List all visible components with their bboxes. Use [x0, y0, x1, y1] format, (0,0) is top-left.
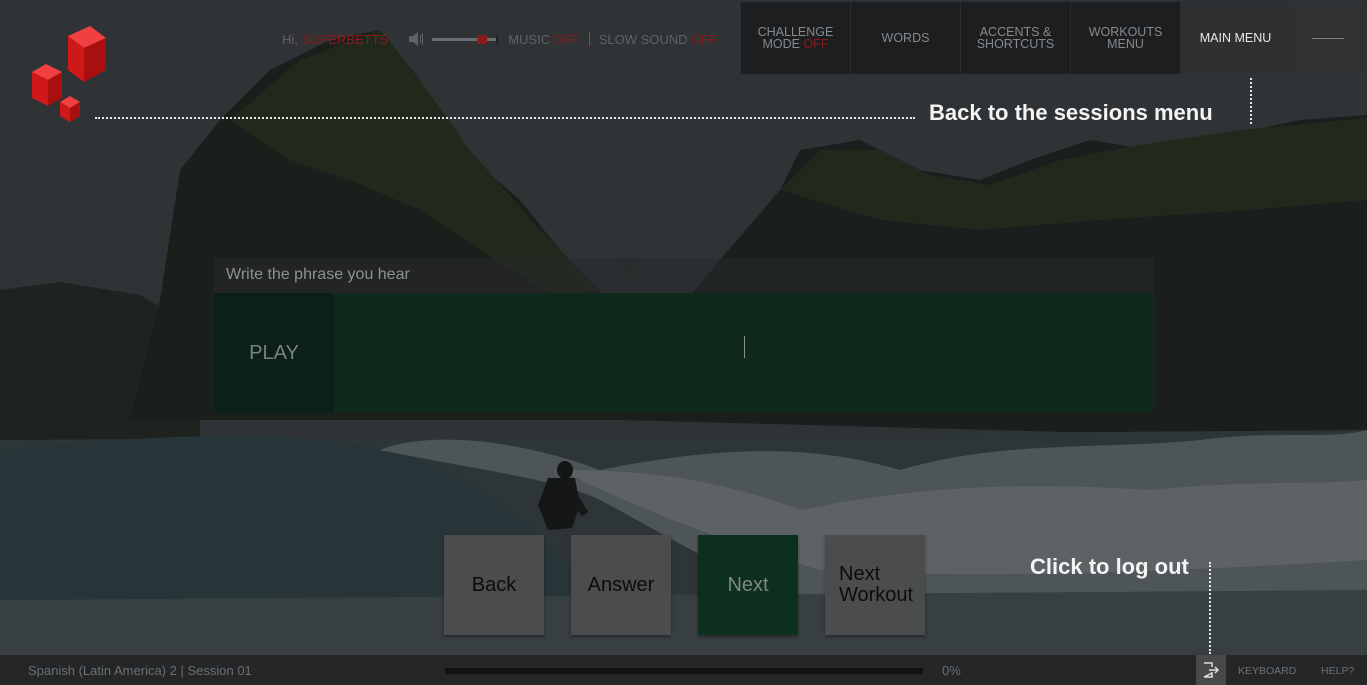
next-workout-button[interactable]: Next Workout — [825, 535, 925, 635]
answer-button[interactable]: Answer — [571, 535, 671, 635]
text-caret — [744, 336, 745, 358]
user-sound-bar: Hi, SUPERBETTS MUSIC OFF SLOW SOUND OFF — [282, 31, 717, 47]
help-link[interactable]: HELP? — [1321, 665, 1354, 677]
instruction-text: Write the phrase you hear — [226, 266, 410, 283]
logout-button[interactable] — [1196, 655, 1226, 685]
sessions-menu-hint: Back to the sessions menu — [929, 100, 1213, 125]
divider — [588, 32, 590, 46]
dictation-panel: PLAY — [214, 293, 1154, 413]
keyboard-link[interactable]: KEYBOARD — [1238, 665, 1296, 677]
annotation-dotted-line — [95, 117, 915, 119]
play-button[interactable]: PLAY — [214, 293, 334, 413]
volume-slider-knob[interactable] — [477, 34, 488, 44]
annotation-dotted-line — [1250, 78, 1252, 124]
bottom-bar: Spanish (Latin America) 2 | Session 01 0… — [0, 655, 1367, 685]
microphone-icon — [620, 256, 636, 282]
progress-percent: 0% — [942, 663, 961, 678]
nav-challenge-mode[interactable]: CHALLENGE MODE OFF — [740, 2, 850, 74]
nav-words[interactable]: WORDS — [850, 2, 960, 74]
user-greeting: Hi, SUPERBETTS — [282, 31, 389, 47]
nav-workouts-menu[interactable]: WORKOUTS MENU — [1070, 2, 1180, 74]
nav-accents-shortcuts[interactable]: ACCENTS & SHORTCUTS — [960, 2, 1070, 74]
logout-hint: Click to log out — [1030, 554, 1189, 579]
next-button[interactable]: Next — [698, 535, 798, 635]
annotation-dotted-line — [1209, 562, 1211, 654]
hamburger-menu-icon[interactable] — [1290, 2, 1364, 74]
slow-sound-toggle[interactable]: SLOW SOUND OFF — [599, 32, 717, 47]
logout-icon — [1203, 662, 1220, 678]
progress-bar — [445, 668, 923, 674]
course-session-label: Spanish (Latin America) 2 | Session 01 — [28, 663, 252, 678]
instruction-bar: Write the phrase you hear — [214, 256, 1154, 293]
speaker-icon[interactable] — [408, 32, 426, 46]
username[interactable]: SUPERBETTS — [302, 32, 389, 47]
action-buttons: Back Answer Next Next Workout — [444, 535, 925, 635]
music-toggle[interactable]: MUSIC OFF — [508, 32, 580, 47]
top-navigation: CHALLENGE MODE OFF WORDS ACCENTS & SHORT… — [740, 2, 1364, 74]
nav-main-menu[interactable]: MAIN MENU — [1180, 2, 1290, 74]
back-button[interactable]: Back — [444, 535, 544, 635]
volume-slider[interactable] — [432, 34, 499, 44]
logo-icon[interactable] — [28, 24, 108, 124]
